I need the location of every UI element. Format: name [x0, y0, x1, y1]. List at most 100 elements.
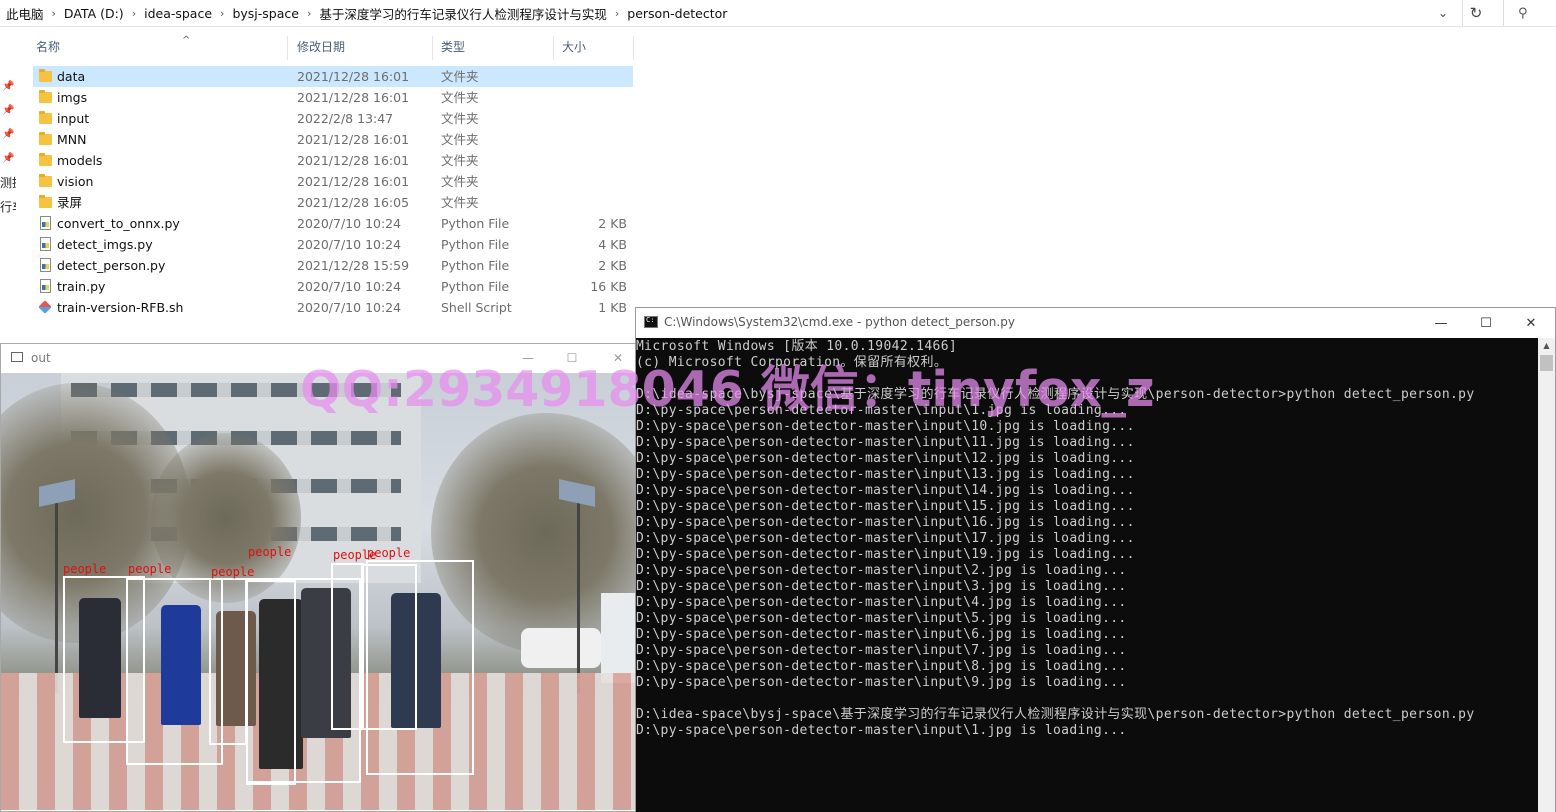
- file-size: [553, 150, 627, 171]
- file-row[interactable]: MNN 2021/12/28 16:01 文件夹: [33, 129, 633, 150]
- file-type: 文件夹: [441, 90, 479, 105]
- car: [521, 628, 601, 668]
- file-date: 2021/12/28 16:05: [297, 195, 410, 210]
- file-date: 2022/2/8 13:47: [297, 111, 394, 126]
- console-line: D:\py-space\person-detector-master\input…: [636, 531, 1135, 546]
- file-row[interactable]: convert_to_onnx.py 2020/7/10 10:24 Python …: [33, 213, 633, 234]
- file-row[interactable]: 录屏 2021/12/28 16:05 文件夹: [33, 192, 633, 213]
- cmd-icon: [644, 316, 658, 328]
- file-row[interactable]: data 2021/12/28 16:01 文件夹: [33, 66, 633, 87]
- window-title-bar[interactable]: C:\Windows\System32\cmd.exe - python det…: [636, 308, 1555, 338]
- console-line: D:\py-space\person-detector-master\input…: [636, 419, 1135, 434]
- sort-ascending-icon: ^: [182, 35, 191, 46]
- file-name: vision: [57, 174, 94, 189]
- navigation-pane[interactable]: 📌 📌 📌 📌 测据 行车: [0, 27, 22, 347]
- vertical-scrollbar[interactable]: ▲: [1538, 338, 1555, 812]
- scrollbar-thumb[interactable]: [1540, 355, 1553, 371]
- close-button[interactable]: ✕: [1516, 312, 1546, 334]
- file-type: 文件夹: [441, 111, 479, 126]
- console-line: D:\py-space\person-detector-master\input…: [636, 643, 1127, 658]
- minimize-button[interactable]: —: [1426, 312, 1456, 334]
- column-header-size[interactable]: 大小: [554, 36, 634, 60]
- breadcrumb-item[interactable]: 基于深度学习的行车记录仪行人检测程序设计与实现: [313, 4, 613, 23]
- chevron-right-icon[interactable]: ›: [130, 7, 138, 20]
- file-row[interactable]: input 2022/2/8 13:47 文件夹: [33, 108, 633, 129]
- file-size: 16 KB: [590, 279, 627, 294]
- maximize-icon: ☐: [566, 351, 578, 365]
- nav-item-label[interactable]: 行车: [0, 198, 16, 215]
- file-row[interactable]: imgs 2021/12/28 16:01 文件夹: [33, 87, 633, 108]
- pin-icon[interactable]: 📌: [2, 81, 14, 93]
- console-line: D:\py-space\person-detector-master\input…: [636, 515, 1135, 530]
- breadcrumb-item[interactable]: bysj-space: [226, 6, 305, 21]
- detection-box: [331, 563, 364, 730]
- file-date: 2021/12/28 15:59: [297, 258, 410, 273]
- detection-label: people: [63, 562, 107, 576]
- pin-icon[interactable]: 📌: [2, 153, 14, 165]
- scroll-up-arrow-icon[interactable]: ▲: [1538, 338, 1555, 354]
- breadcrumb-item[interactable]: DATA (D:): [58, 6, 130, 21]
- chevron-right-icon[interactable]: ›: [613, 7, 621, 20]
- breadcrumb[interactable]: 此电脑 › DATA (D:) › idea-space › bysj-spac…: [0, 0, 733, 26]
- chevron-right-icon[interactable]: ›: [50, 7, 58, 20]
- console-line: D:\py-space\person-detector-master\input…: [636, 659, 1127, 674]
- maximize-button[interactable]: ☐: [561, 348, 583, 368]
- console-line: D:\py-space\person-detector-master\input…: [636, 579, 1127, 594]
- maximize-button[interactable]: ☐: [1471, 312, 1501, 334]
- file-row[interactable]: detect_imgs.py 2020/7/10 10:24 Python File…: [33, 234, 633, 255]
- file-name: detect_person.py: [57, 258, 166, 273]
- file-date: 2021/12/28 16:01: [297, 132, 410, 147]
- console-line: D:\py-space\person-detector-master\input…: [636, 563, 1127, 578]
- pin-icon[interactable]: 📌: [2, 105, 14, 117]
- file-date: 2021/12/28 16:01: [297, 90, 410, 105]
- chevron-right-icon[interactable]: ›: [218, 7, 226, 20]
- refresh-button[interactable]: ↻: [1462, 0, 1489, 26]
- column-header-type[interactable]: 类型: [433, 36, 554, 60]
- console-line: D:\py-space\person-detector-master\input…: [636, 627, 1127, 642]
- console-line: D:\py-space\person-detector-master\input…: [636, 611, 1127, 626]
- file-size: 2 KB: [598, 216, 627, 231]
- close-button[interactable]: ✕: [607, 348, 629, 368]
- file-name: train.py: [57, 279, 106, 294]
- folder-icon: [38, 108, 52, 129]
- file-row[interactable]: train-version-RFB.sh 2020/7/10 10:24 Shell…: [33, 297, 633, 318]
- console-line: Microsoft Windows [版本 10.0.19042.1466]: [636, 339, 958, 354]
- image-viewer-window[interactable]: out — ☐ ✕ people people people people pe…: [0, 343, 642, 812]
- pin-icon[interactable]: 📌: [2, 129, 14, 141]
- folder-icon: [38, 192, 52, 213]
- file-name: convert_to_onnx.py: [57, 216, 180, 231]
- file-size: 1 KB: [598, 300, 627, 315]
- address-history-dropdown-button[interactable]: ⌄: [1432, 0, 1454, 26]
- file-row[interactable]: vision 2021/12/28 16:01 文件夹: [33, 171, 633, 192]
- file-size: 2 KB: [598, 258, 627, 273]
- console-output[interactable]: Microsoft Windows [版本 10.0.19042.1466] (c…: [636, 338, 1538, 812]
- search-input[interactable]: ⚲: [1503, 0, 1556, 26]
- window-title-bar[interactable]: out — ☐ ✕: [1, 344, 641, 373]
- minimize-button[interactable]: —: [517, 348, 539, 368]
- file-type: Python File: [441, 216, 510, 231]
- address-bar[interactable]: 此电脑 › DATA (D:) › idea-space › bysj-spac…: [0, 0, 1556, 27]
- file-row[interactable]: train.py 2020/7/10 10:24 Python File 16 KB: [33, 276, 633, 297]
- python-file-icon: [38, 276, 52, 297]
- search-icon: ⚲: [1518, 5, 1528, 21]
- breadcrumb-item[interactable]: 此电脑: [0, 4, 50, 23]
- breadcrumb-item[interactable]: person-detector: [621, 6, 733, 21]
- file-name: data: [57, 69, 86, 84]
- command-prompt-window[interactable]: C:\Windows\System32\cmd.exe - python det…: [635, 307, 1556, 812]
- breadcrumb-item[interactable]: idea-space: [138, 6, 218, 21]
- file-row[interactable]: detect_person.py 2021/12/28 15:59 Python F…: [33, 255, 633, 276]
- file-type: 文件夹: [441, 69, 479, 84]
- file-row[interactable]: models 2021/12/28 16:01 文件夹: [33, 150, 633, 171]
- column-header-date[interactable]: 修改日期: [289, 36, 433, 60]
- file-type: Python File: [441, 279, 510, 294]
- file-size: 4 KB: [598, 237, 627, 252]
- detection-label: people: [248, 545, 292, 559]
- file-size: [553, 129, 627, 150]
- nav-item-label[interactable]: 测据: [0, 174, 16, 191]
- folder-icon: [38, 129, 52, 150]
- chevron-right-icon[interactable]: ›: [305, 7, 313, 20]
- console-line: D:\idea-space\bysj-space\基于深度学习的行车记录仪行人检…: [636, 387, 1475, 402]
- file-type: 文件夹: [441, 174, 479, 189]
- column-header-name[interactable]: 名称 ^: [28, 35, 288, 60]
- console-line: (c) Microsoft Corporation。保留所有权利。: [636, 355, 948, 370]
